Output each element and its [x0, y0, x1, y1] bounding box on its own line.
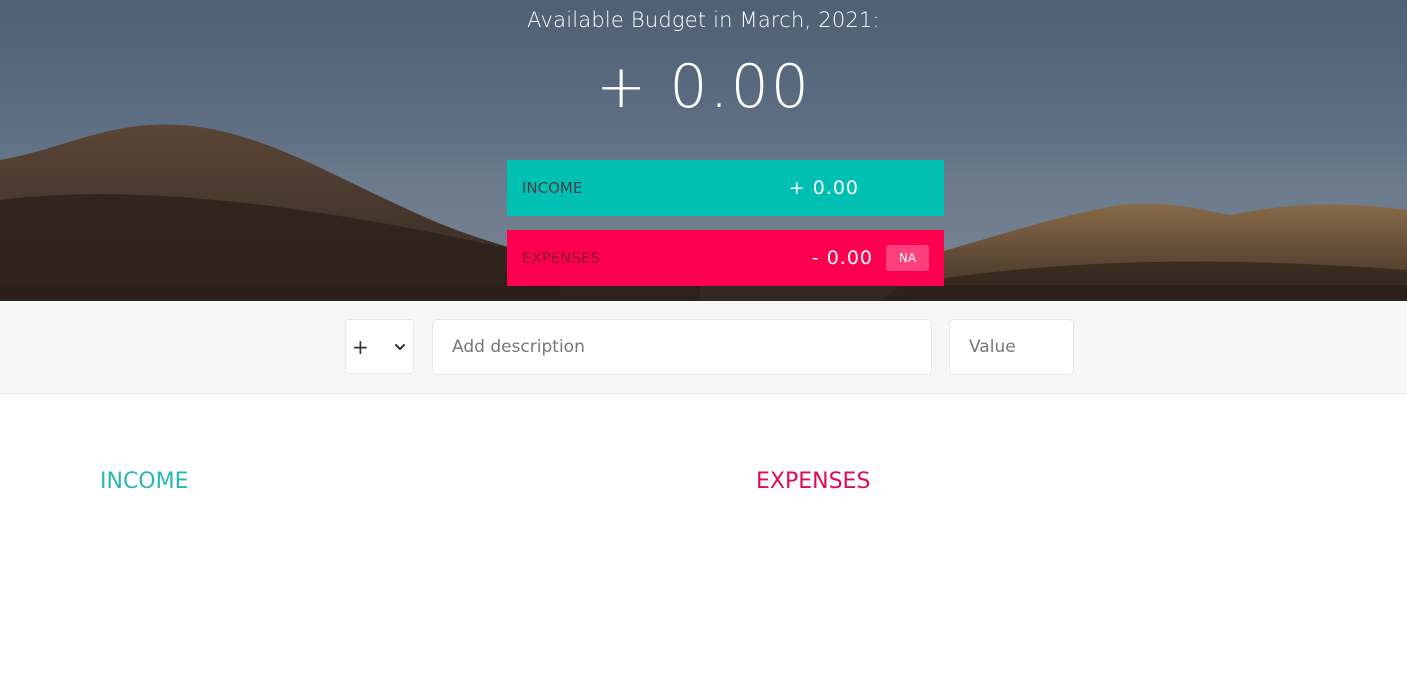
chevron-down-icon [395, 344, 405, 350]
income-summary-label: INCOME [522, 179, 583, 197]
type-select-value: + [352, 334, 369, 359]
expenses-list-title: EXPENSES [756, 469, 871, 494]
expenses-summary: EXPENSES - 0.00 NA [507, 230, 944, 286]
add-form: + [0, 301, 1407, 394]
income-summary-value: + 0.00 [788, 177, 859, 199]
type-select[interactable]: + [345, 319, 414, 374]
description-input[interactable] [432, 319, 932, 375]
expenses-summary-value: - 0.00 [811, 247, 873, 269]
income-summary: INCOME + 0.00 [507, 160, 944, 216]
income-list-title: INCOME [100, 469, 189, 494]
budget-title: Available Budget in March, 2021: [527, 8, 880, 32]
expenses-summary-label: EXPENSES [522, 249, 601, 267]
budget-value: + 0.00 [596, 52, 811, 122]
value-input[interactable] [949, 319, 1074, 375]
budget-header: Available Budget in March, 2021: + 0.00 … [0, 0, 1407, 301]
expenses-percentage-badge: NA [886, 245, 929, 271]
